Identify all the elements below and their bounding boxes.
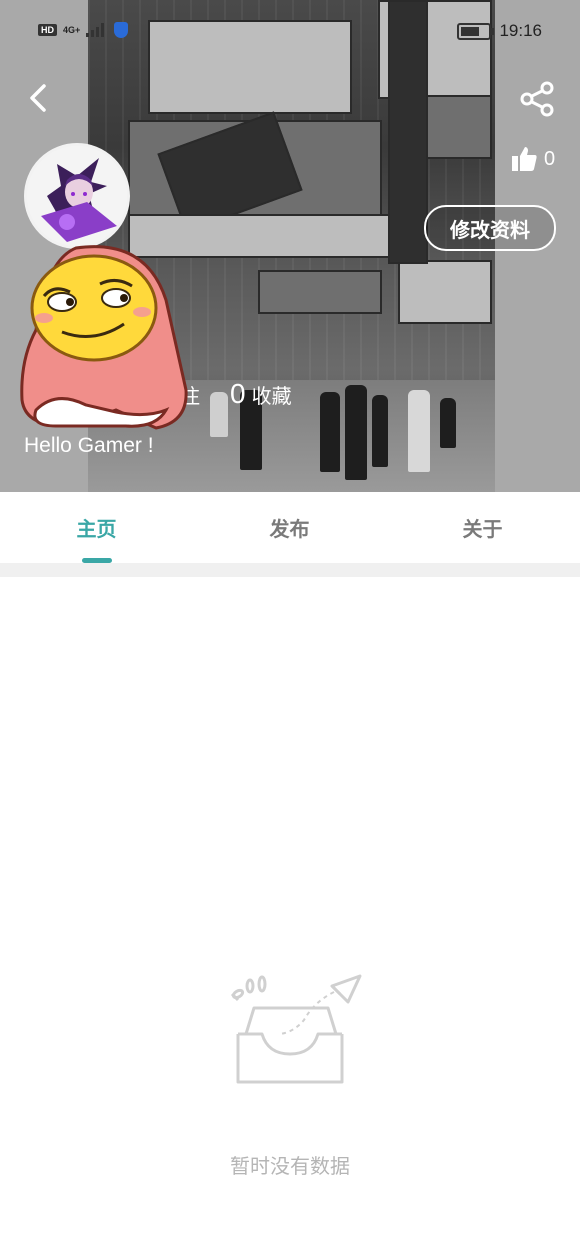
- tab-about[interactable]: 关于: [386, 492, 579, 562]
- empty-state-message: 暂时没有数据: [230, 1156, 350, 1178]
- user-bio: Hello Gamer !: [24, 434, 154, 457]
- hd-badge: HD: [38, 24, 57, 36]
- profile-tabs: 主页 发布 关于: [0, 492, 580, 562]
- favorites-count[interactable]: 0: [230, 378, 246, 410]
- signal-icon: [86, 23, 105, 37]
- back-arrow-icon: [30, 84, 46, 112]
- section-divider: [0, 563, 580, 577]
- share-icon: [520, 81, 554, 117]
- avatar[interactable]: [24, 143, 130, 249]
- back-button[interactable]: [22, 80, 58, 116]
- like-button[interactable]: 0: [510, 144, 555, 174]
- status-time: 19:16: [499, 21, 542, 40]
- share-button[interactable]: [518, 80, 556, 118]
- tab-posts[interactable]: 发布: [193, 492, 386, 562]
- profile-stats: 注 0 收藏: [180, 378, 292, 410]
- emoji-sticker: [20, 245, 188, 430]
- like-count: 0: [544, 147, 556, 170]
- status-bar: HD 4G+ 19:16: [0, 16, 580, 48]
- tab-home[interactable]: 主页: [0, 492, 193, 562]
- edit-profile-button[interactable]: 修改资料: [424, 205, 556, 251]
- battery-icon: [457, 22, 495, 40]
- network-indicator: 4G+: [63, 25, 81, 35]
- favorites-label[interactable]: 收藏: [252, 380, 292, 409]
- vpn-shield-icon: [114, 22, 129, 38]
- empty-inbox-icon: [230, 974, 362, 1084]
- avatar-image: [27, 146, 127, 246]
- thumbs-up-icon: [512, 147, 537, 171]
